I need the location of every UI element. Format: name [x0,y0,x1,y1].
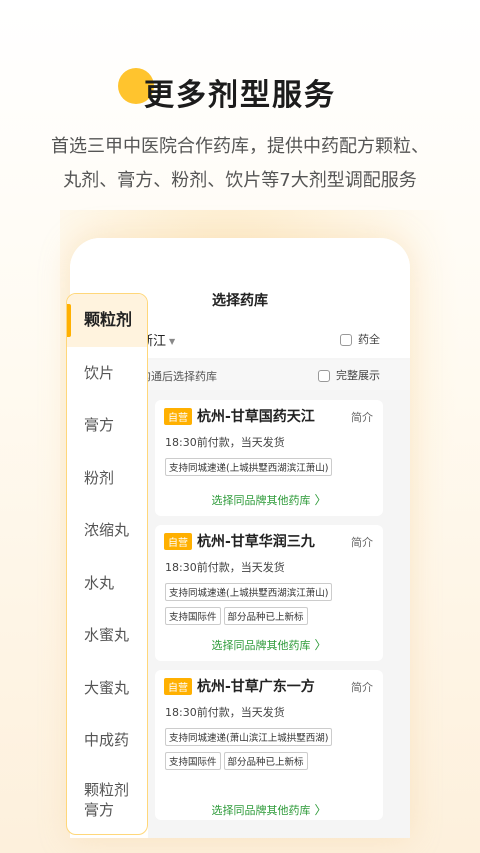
service-tag: 支持国际件 [165,752,221,770]
hero-desc-line-2: 丸剂、膏方、粉剂、饮片等7大剂型调配服务 [63,170,417,191]
pharmacy-name: 杭州-甘草华润三九 [197,534,315,550]
sidebar-item-granule-paste[interactable]: 颗粒剂 膏方 [67,767,147,833]
full-display-option[interactable]: 完整展示 [318,367,380,383]
full-display-label: 完整展示 [336,369,380,382]
sidebar-item-paste[interactable]: 膏方 [67,399,147,452]
service-tag: 部分品种已上新标 [223,607,308,625]
pharmacy-card[interactable]: 自营 杭州-甘草华润三九 简介 18:30前付款，当天发货 支持同城速递(上城拱… [155,525,383,661]
pharmacy-name: 杭州-甘草国药天江 [197,409,315,425]
tag-list: 支持同城速递(萧山滨江上城拱墅西湖) 支持国际件 部分品种已上新标 [165,726,377,774]
shipping-info: 18:30前付款，当天发货 [165,561,285,574]
service-tag: 支持同城速递(萧山滨江上城拱墅西湖) [165,728,333,746]
sidebar-item-granules[interactable]: 颗粒剂 [67,294,147,347]
self-operated-badge: 自营 [164,408,192,425]
all-label: 药全 [358,333,380,346]
tag-list: 支持同城速递(上城拱墅西湖滨江萧山) 支持国际件 部分品种已上新标 [165,581,377,629]
sidebar-item-concentrated-pills[interactable]: 浓缩丸 [67,504,147,557]
other-branch-label: 选择同品牌其他药库 [211,804,311,817]
other-branch-link[interactable]: 选择同品牌其他药库〉 [155,636,383,653]
chevron-right-icon: 〉 [314,493,327,507]
service-tag: 支持同城速递(上城拱墅西湖滨江萧山) [165,458,333,476]
hero-description: 首选三甲中医院合作药库，提供中药配方颗粒、 丸剂、膏方、粉剂、饮片等7大剂型调配… [30,130,450,198]
caret-down-icon: ▼ [169,337,176,346]
pharmacy-card[interactable]: 自营 杭州-甘草国药天江 简介 18:30前付款，当天发货 支持同城速递(上城拱… [155,400,383,516]
intro-link[interactable]: 简介 [351,534,373,550]
intro-link[interactable]: 简介 [351,409,373,425]
hint-text: 沟通后选择药库 [140,370,217,383]
sidebar-item-patent-medicine[interactable]: 中成药 [67,714,147,767]
intro-link[interactable]: 简介 [351,679,373,695]
pharmacy-card[interactable]: 自营 杭州-甘草广东一方 简介 18:30前付款，当天发货 支持同城速递(萧山滨… [155,670,383,820]
self-operated-badge: 自营 [164,533,192,550]
dosage-form-sidebar: 颗粒剂 饮片 膏方 粉剂 浓缩丸 水丸 水蜜丸 大蜜丸 中成药 颗粒剂 膏方 [66,293,148,835]
checkbox-icon[interactable] [340,334,352,346]
pharmacy-name: 杭州-甘草广东一方 [197,679,315,695]
sidebar-item-big-honey-pills[interactable]: 大蜜丸 [67,662,147,715]
sidebar-item-water-pills[interactable]: 水丸 [67,557,147,610]
hero-title: 更多剂型服务 [144,78,336,113]
self-operated-badge: 自营 [164,678,192,695]
shipping-info: 18:30前付款，当天发货 [165,436,285,449]
hero-desc-line-1: 首选三甲中医院合作药库，提供中药配方颗粒、 [51,136,429,157]
other-branch-label: 选择同品牌其他药库 [211,639,311,652]
shipping-info: 18:30前付款，当天发货 [165,706,285,719]
tag-list: 支持同城速递(上城拱墅西湖滨江萧山) [165,456,377,480]
other-branch-link[interactable]: 选择同品牌其他药库〉 [155,801,383,818]
sidebar-item-water-honey-pills[interactable]: 水蜜丸 [67,609,147,662]
other-branch-label: 选择同品牌其他药库 [211,494,311,507]
service-tag: 部分品种已上新标 [223,752,308,770]
service-tag: 支持同城速递(上城拱墅西湖滨江萧山) [165,583,333,601]
chevron-right-icon: 〉 [314,803,327,817]
sidebar-item-decoction-pieces[interactable]: 饮片 [67,347,147,400]
service-tag: 支持国际件 [165,607,221,625]
sidebar-item-powder[interactable]: 粉剂 [67,452,147,505]
other-branch-link[interactable]: 选择同品牌其他药库〉 [155,491,383,508]
checkbox-icon[interactable] [318,370,330,382]
chevron-right-icon: 〉 [314,638,327,652]
all-checkbox-option[interactable]: 药全 [340,331,380,347]
